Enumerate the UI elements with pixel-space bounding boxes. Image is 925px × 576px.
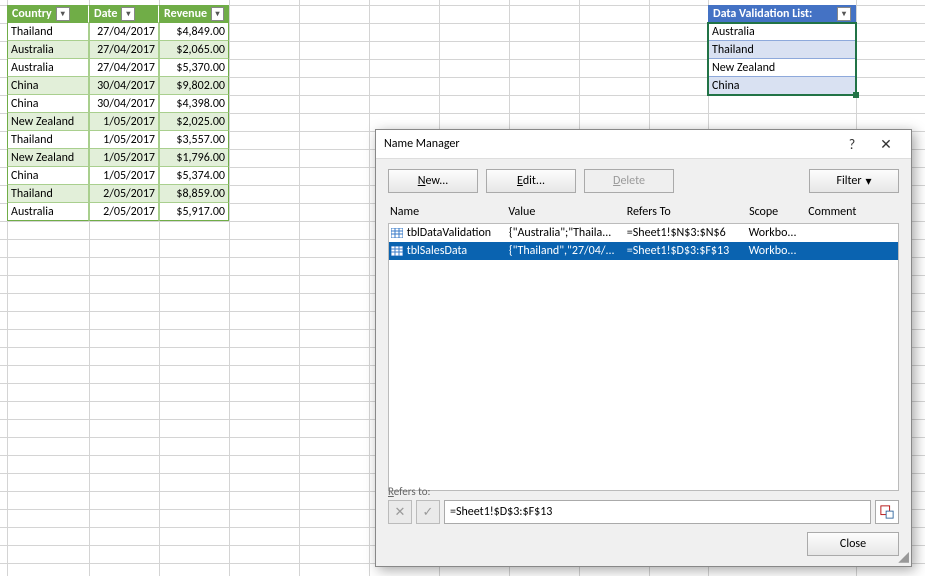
dialog-footer: Close [807,532,899,556]
validation-header[interactable]: Data Validation List: ▾ [708,5,856,23]
table-cell[interactable]: 27/04/2017 [89,23,159,41]
table-cell[interactable]: $5,370.00 [159,59,229,77]
dialog-help-button[interactable]: ? [835,136,869,153]
refers-to-section: Refers to: ✕ ✓ =Sheet1!$D$3:$F$13 [388,485,899,524]
table-cell[interactable]: 2/05/2017 [89,203,159,221]
value-cell: {"Australia";"Thaila... [507,226,625,240]
refers-cell: =Sheet1!$D$3:$F$13 [625,244,747,258]
table-cell[interactable]: 1/05/2017 [89,131,159,149]
name-cell: tblSalesData [405,244,507,258]
table-cell[interactable]: Thailand [7,23,89,41]
delete-button: Delete [584,169,674,193]
sales-col-revenue-label: Revenue [164,7,207,21]
table-cell[interactable]: Australia [7,203,89,221]
name-cell: tblDataValidation [405,226,507,240]
table-cell[interactable]: $5,917.00 [159,203,229,221]
table-icon [389,228,405,238]
refers-cell: =Sheet1!$N$3:$N$6 [625,226,747,240]
table-cell[interactable]: $5,374.00 [159,167,229,185]
name-entry[interactable]: tblSalesData{"Thailand","27/04/...=Sheet… [389,242,898,260]
filter-dropdown-icon[interactable]: ▾ [56,7,70,21]
table-cell[interactable]: New Zealand [7,113,89,131]
worksheet: Country ▾ Date ▾ Revenue ▾ Thailand27/04… [0,0,925,576]
col-name[interactable]: Name [388,203,506,221]
table-cell[interactable]: 27/04/2017 [89,59,159,77]
new-button[interactable]: NNew...ew... [388,169,478,193]
table-cell[interactable]: $2,025.00 [159,113,229,131]
table-cell[interactable]: New Zealand [7,149,89,167]
dialog-titlebar[interactable]: Name Manager ? ✕ [376,130,911,159]
filter-dropdown-icon[interactable]: ▾ [211,7,224,21]
sales-col-country-label: Country [12,7,52,21]
selection-outline [708,23,856,95]
table-cell[interactable]: Thailand [7,185,89,203]
table-cell[interactable]: 30/04/2017 [89,77,159,95]
table-cell[interactable]: China [7,77,89,95]
filter-button[interactable]: Filter▾ [809,169,899,193]
table-cell[interactable]: China [7,95,89,113]
close-button[interactable]: Close [807,532,899,556]
names-list[interactable]: tblDataValidation{"Australia";"Thaila...… [388,223,899,491]
refers-to-input[interactable]: =Sheet1!$D$3:$F$13 [444,500,871,524]
table-cell[interactable]: 1/05/2017 [89,113,159,131]
table-cell[interactable]: 27/04/2017 [89,41,159,59]
range-picker-button[interactable] [875,500,899,524]
validation-header-label: Data Validation List: [713,7,812,21]
table-cell[interactable]: 1/05/2017 [89,167,159,185]
col-scope[interactable]: Scope [747,203,806,221]
refers-to-label: Refers to: [388,485,899,498]
table-cell[interactable]: China [7,167,89,185]
dialog-toolbar: NNew...ew... Edit... Delete Filter▾ [376,159,911,201]
table-cell[interactable]: 2/05/2017 [89,185,159,203]
table-cell[interactable]: Australia [7,59,89,77]
filter-dropdown-icon[interactable]: ▾ [837,7,851,21]
table-cell[interactable]: $8,859.00 [159,185,229,203]
col-comment[interactable]: Comment [806,203,899,221]
value-cell: {"Thailand","27/04/... [507,244,625,258]
edit-button[interactable]: Edit... [486,169,576,193]
selection-handle[interactable] [853,92,859,98]
table-cell[interactable]: $1,796.00 [159,149,229,167]
scope-cell: Workbo... [747,226,806,240]
table-cell[interactable]: $4,849.00 [159,23,229,41]
table-cell[interactable]: 30/04/2017 [89,95,159,113]
filter-dropdown-icon[interactable]: ▾ [121,7,135,21]
table-icon [389,246,405,256]
name-manager-dialog: Name Manager ? ✕ NNew...ew... Edit... De… [375,129,912,567]
sales-col-date[interactable]: Date ▾ [89,5,159,23]
refers-to-value: =Sheet1!$D$3:$F$13 [450,505,552,519]
name-entry[interactable]: tblDataValidation{"Australia";"Thaila...… [389,224,898,242]
col-refers[interactable]: Refers To [625,203,747,221]
refers-cancel-button: ✕ [388,500,412,524]
refers-accept-button: ✓ [416,500,440,524]
sales-col-country[interactable]: Country ▾ [7,5,89,23]
sales-col-revenue[interactable]: Revenue ▾ [159,5,229,23]
scope-cell: Workbo... [747,244,806,258]
table-cell[interactable]: $2,065.00 [159,41,229,59]
table-cell[interactable]: Thailand [7,131,89,149]
range-picker-icon [880,505,894,519]
resize-grip-icon[interactable]: ◢ [897,552,909,564]
sales-col-date-label: Date [94,7,117,21]
dialog-close-button[interactable]: ✕ [869,136,903,153]
table-cell[interactable]: $3,557.00 [159,131,229,149]
dialog-title: Name Manager [384,137,835,151]
col-value[interactable]: Value [506,203,624,221]
table-cell[interactable]: Australia [7,41,89,59]
table-cell[interactable]: $9,802.00 [159,77,229,95]
table-cell[interactable]: 1/05/2017 [89,149,159,167]
table-cell[interactable]: $4,398.00 [159,95,229,113]
names-list-header: Name Value Refers To Scope Comment [376,203,911,221]
